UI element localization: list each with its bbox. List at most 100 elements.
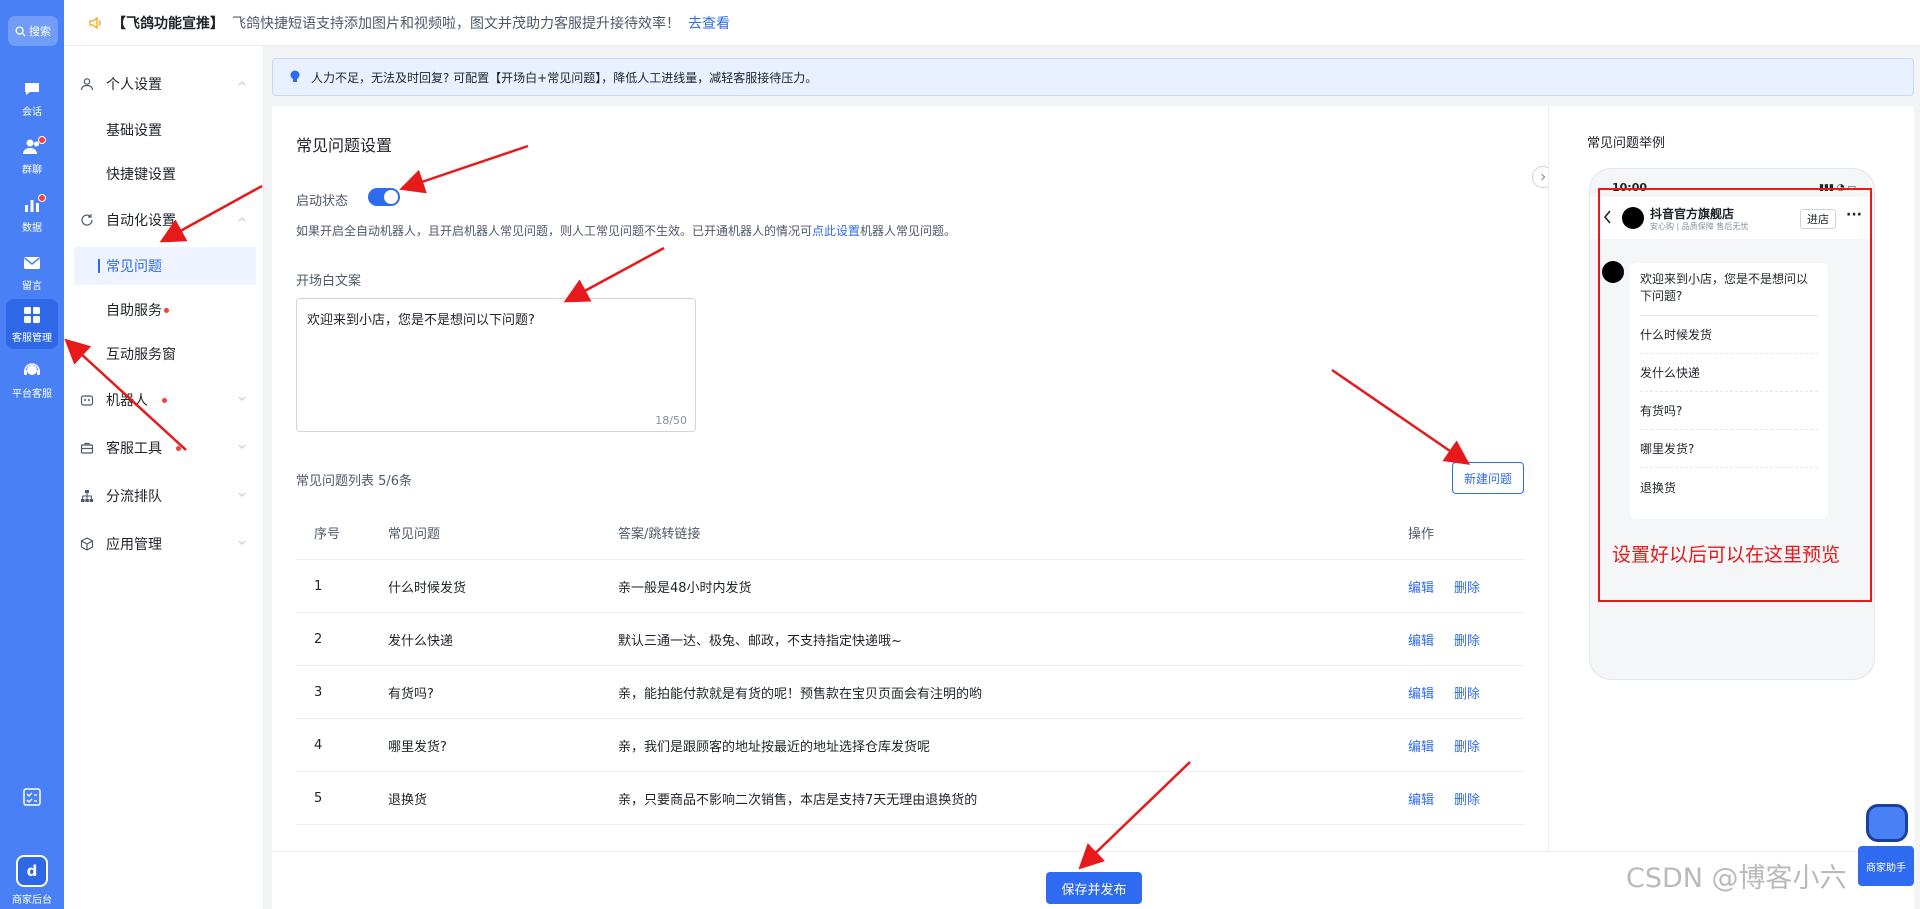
hierarchy-icon xyxy=(81,490,94,502)
nav-group-robot[interactable]: 机器人 xyxy=(80,382,256,418)
edit-link[interactable]: 编辑 xyxy=(1408,683,1434,702)
nav-group-personal[interactable]: 个人设置 xyxy=(80,66,256,102)
opening-text: 欢迎来到小店，您是不是想问以下问题? xyxy=(307,313,535,328)
row-answer: 亲，只要商品不影响二次销售，本店是支持7天无理由退换货的 xyxy=(618,792,978,808)
announcement-link[interactable]: 去查看 xyxy=(688,13,730,33)
rail-item-message[interactable]: 留言 xyxy=(0,244,64,300)
mail-icon xyxy=(24,256,40,269)
delete-link[interactable]: 删除 xyxy=(1454,789,1480,808)
new-dot xyxy=(164,307,169,313)
rail-item-label: 群聊 xyxy=(22,164,42,176)
save-publish-button[interactable]: 保存并发布 xyxy=(1046,872,1142,904)
nav-group-label: 机器人 xyxy=(106,393,148,409)
assistant-robot-icon xyxy=(1866,804,1908,842)
edit-link[interactable]: 编辑 xyxy=(1408,577,1434,596)
checklist-icon xyxy=(23,788,41,806)
user-icon xyxy=(80,78,94,91)
row-question: 退换货 xyxy=(388,792,428,808)
char-counter: 18/50 xyxy=(655,414,687,427)
nav-item-label: 快捷键设置 xyxy=(106,167,176,183)
toolbox-icon xyxy=(80,442,94,454)
column-header: 序号 xyxy=(314,527,341,542)
rail-task-button[interactable] xyxy=(0,786,64,808)
headset-icon xyxy=(24,362,40,375)
nav-item-self-service[interactable]: 自助服务 xyxy=(106,291,266,329)
refresh-icon xyxy=(81,214,93,226)
status-label: 启动状态 xyxy=(296,194,349,209)
grid-icon xyxy=(24,306,40,323)
nav-group-apps[interactable]: 应用管理 xyxy=(80,526,256,562)
row-answer: 亲，我们是跟顾客的地址按最近的地址选择仓库发货呢 xyxy=(618,739,931,755)
rail-item-platform-service[interactable]: 平台客服 xyxy=(0,352,64,408)
nav-group-tools[interactable]: 客服工具 xyxy=(80,430,256,466)
rail-item-label: 平台客服 xyxy=(12,388,52,400)
table-row: 5 退换货 亲，只要商品不影响二次销售，本店是支持7天无理由退换货的 编辑 删除 xyxy=(296,772,1524,825)
rail-item-service-management[interactable]: 客服管理 xyxy=(6,299,58,349)
table-row: 3 有货吗? 亲，能拍能付款就是有货的呢！预售款在宝贝页面会有注明的哟 编辑 删除 xyxy=(296,666,1524,719)
nav-group-label: 应用管理 xyxy=(106,537,162,553)
rail-item-label: 留言 xyxy=(22,280,42,292)
rail-bottom-label: 商家后台 xyxy=(12,895,52,906)
row-question: 什么时候发货 xyxy=(388,580,467,596)
watermark: CSDN @博客小六 xyxy=(1626,863,1847,894)
nav-group-label: 客服工具 xyxy=(106,441,162,457)
row-number: 2 xyxy=(314,631,323,647)
speaker-icon xyxy=(89,16,101,29)
row-number: 1 xyxy=(314,578,323,594)
faq-settings-panel: 常见问题设置 启动状态 如果开启全自动机器人，且开启机器人常见问题，则人工常见问… xyxy=(272,106,1554,851)
delete-link[interactable]: 删除 xyxy=(1454,683,1480,702)
chevron-down-icon xyxy=(238,540,246,545)
row-number: 3 xyxy=(314,684,323,700)
row-answer: 默认三通一达、极兔、邮政，不支持指定快递哦~ xyxy=(618,633,902,649)
edit-link[interactable]: 编辑 xyxy=(1408,736,1434,755)
delete-link[interactable]: 删除 xyxy=(1454,736,1480,755)
delete-link[interactable]: 删除 xyxy=(1454,577,1480,596)
nav-item-label: 基础设置 xyxy=(106,123,162,139)
robot-icon xyxy=(80,395,94,406)
row-answer: 亲，能拍能付款就是有货的呢！预售款在宝贝页面会有注明的哟 xyxy=(618,686,983,702)
column-header: 答案/跳转链接 xyxy=(618,527,701,542)
nav-item-faq[interactable]: 常见问题 xyxy=(74,247,256,285)
chevron-down-icon xyxy=(238,444,246,449)
chevron-down-icon xyxy=(238,396,246,401)
new-dot xyxy=(176,445,181,451)
nav-group-automation[interactable]: 自动化设置 xyxy=(80,202,256,238)
app-rail: 搜索 会话 群聊 数据 留言 客服管理 平台客服 d 商家后台 xyxy=(0,0,64,909)
chevron-up-icon xyxy=(238,217,246,222)
status-toggle[interactable] xyxy=(368,188,400,206)
new-question-button[interactable]: 新建问题 xyxy=(1452,462,1524,494)
table-header: 序号 常见问题 答案/跳转链接 操作 xyxy=(296,506,1524,560)
row-answer: 亲一般是48小时内发货 xyxy=(618,580,752,596)
tip-banner: 人力不足，无法及时回复? 可配置【开场白+常见问题】，降低人工进线量，减轻客服接… xyxy=(272,58,1914,96)
settings-sidebar: 个人设置 基础设置 快捷键设置 自动化设置 常见问题 自助服务 互动服务窗 机器… xyxy=(64,46,264,909)
nav-group-label: 个人设置 xyxy=(106,77,162,93)
nav-group-label: 自动化设置 xyxy=(106,213,176,229)
edit-link[interactable]: 编辑 xyxy=(1408,630,1434,649)
nav-item-interactive[interactable]: 互动服务窗 xyxy=(106,335,266,373)
hint-link[interactable]: 点此设置 xyxy=(812,224,860,238)
row-question: 哪里发货? xyxy=(388,739,447,755)
chat-icon xyxy=(25,82,39,95)
rail-item-chat[interactable]: 会话 xyxy=(0,70,64,126)
delete-link[interactable]: 删除 xyxy=(1454,630,1480,649)
table-row: 4 哪里发货? 亲，我们是跟顾客的地址按最近的地址选择仓库发货呢 编辑 删除 xyxy=(296,719,1524,772)
rail-merchant-backend[interactable]: d 商家后台 xyxy=(0,855,64,906)
opening-textarea[interactable]: 欢迎来到小店，您是不是想问以下问题? 18/50 xyxy=(296,298,696,432)
merchant-assistant-button[interactable]: 商家助手 xyxy=(1858,800,1914,900)
edit-link[interactable]: 编辑 xyxy=(1408,789,1434,808)
assistant-label: 商家助手 xyxy=(1858,846,1914,886)
rail-item-group[interactable]: 群聊 xyxy=(0,128,64,184)
nav-group-queue[interactable]: 分流排队 xyxy=(80,478,256,514)
nav-item-shortcut[interactable]: 快捷键设置 xyxy=(106,155,266,193)
cube-icon xyxy=(80,537,94,551)
new-dot xyxy=(162,397,167,403)
row-number: 4 xyxy=(314,737,323,753)
nav-item-basic[interactable]: 基础设置 xyxy=(106,111,266,149)
column-header: 操作 xyxy=(1408,527,1435,542)
nav-item-label: 自助服务 xyxy=(106,303,162,319)
announcement-text: 飞鸽快捷短语支持添加图片和视频啦，图文并茂助力客服提升接待效率！ xyxy=(232,15,680,32)
rail-search-button[interactable]: 搜索 xyxy=(8,16,58,46)
rail-item-data[interactable]: 数据 xyxy=(0,186,64,242)
rail-item-label: 数据 xyxy=(22,222,42,234)
robot-hint: 如果开启全自动机器人，且开启机器人常见问题，则人工常见问题不生效。已开通机器人的… xyxy=(296,222,956,239)
